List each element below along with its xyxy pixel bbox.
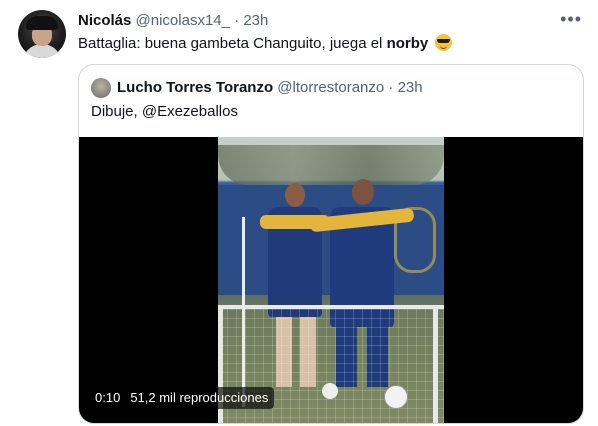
author-handle[interactable]: @nicolasx14_ [136, 12, 230, 29]
author-name[interactable]: Nicolás [78, 12, 131, 29]
tweet-text-bold: norby [386, 35, 429, 52]
quoted-tweet[interactable]: Lucho Torres Toranzo @ltorrestoranzo · 2… [78, 64, 584, 424]
video-player[interactable]: 0:10 51,2 mil reproducciones [79, 137, 583, 423]
quoted-author-name: Lucho Torres Toranzo [117, 79, 274, 96]
quoted-author-avatar [91, 78, 111, 98]
more-options-icon[interactable]: ••• [560, 9, 582, 30]
quoted-tweet-header: Lucho Torres Toranzo @ltorrestoranzo · 2… [117, 78, 423, 98]
header-separator: · [234, 12, 240, 29]
tweet-text: Battaglia: buena gambeta Changuito, jueg… [78, 34, 453, 54]
author-avatar[interactable] [18, 10, 66, 58]
tweet-time[interactable]: 23h [243, 12, 268, 29]
tweet-header: Nicolás @nicolasx14_ · 23h [78, 11, 268, 31]
video-frame[interactable] [218, 137, 444, 423]
ball-icon [322, 383, 338, 399]
video-info-overlay: 0:10 51,2 mil reproducciones [89, 387, 275, 409]
quoted-author-handle: @ltorrestoranzo [277, 79, 385, 96]
quoted-header-separator: · [388, 79, 394, 96]
tweet-text-main: Battaglia: buena gambeta Changuito, jueg… [78, 35, 387, 52]
quoted-tweet-text: Dibuje, @Exezeballos [91, 103, 238, 120]
tweet[interactable]: Nicolás @nicolasx14_ · 23h ••• Battaglia… [0, 0, 598, 426]
video-timestamp: 0:10 [95, 390, 121, 405]
quoted-tweet-time: 23h [397, 79, 423, 96]
video-views: 51,2 mil reproducciones [130, 390, 269, 405]
ball-icon [384, 385, 408, 409]
sunglasses-emoji-icon [435, 34, 453, 51]
